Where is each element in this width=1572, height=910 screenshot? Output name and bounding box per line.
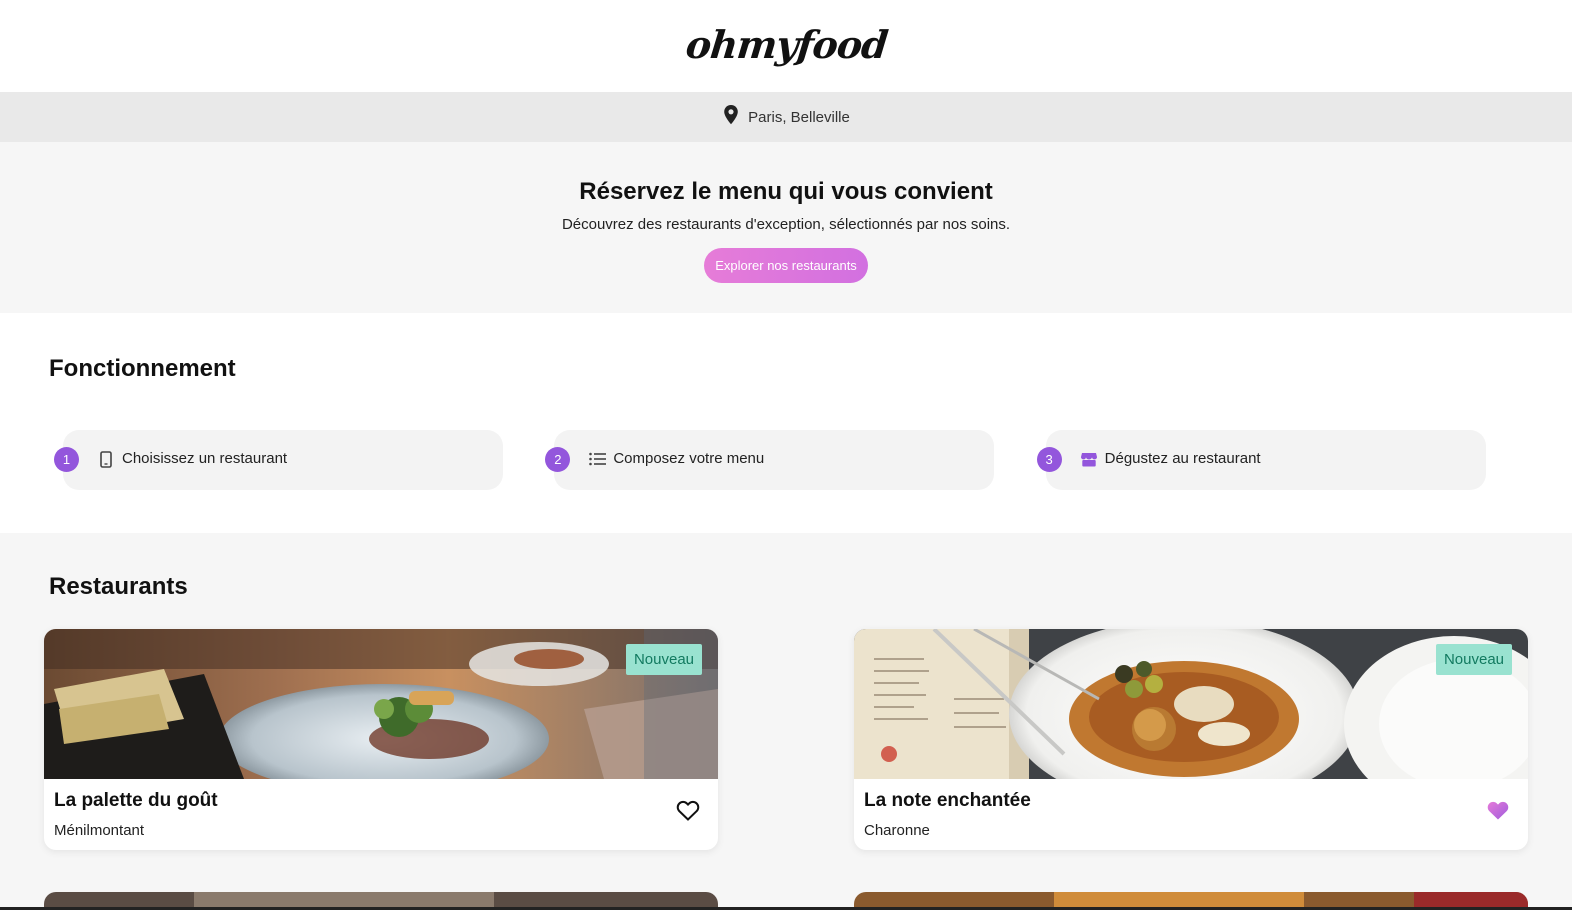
- restaurant-card[interactable]: Nouveau La palette du goût Ménilmontant: [44, 629, 718, 850]
- restaurant-cards: Nouveau La palette du goût Ménilmontant: [44, 629, 1528, 850]
- location-bar[interactable]: Paris, Belleville: [0, 92, 1572, 142]
- heart-outline-icon[interactable]: [676, 799, 700, 821]
- step-number: 3: [1036, 447, 1062, 472]
- restaurant-name: La note enchantée: [864, 790, 1031, 811]
- step-label: Composez votre menu: [613, 450, 765, 467]
- restaurant-card[interactable]: Nouveau La note enchantée Charonne: [854, 629, 1528, 850]
- restaurant-photo: Nouveau: [854, 629, 1528, 779]
- step-2: 2 Composez votre menu: [540, 430, 1031, 490]
- list-icon: [588, 450, 606, 468]
- hero-subtitle: Découvrez des restaurants d'exception, s…: [561, 216, 1011, 233]
- how-it-works-section: Fonctionnement 1 Choisissez un restauran…: [0, 313, 1572, 533]
- restaurant-photo: Nouveau: [44, 629, 718, 779]
- site-header: ohmyfood: [0, 0, 1572, 92]
- step-1: 1 Choisissez un restaurant: [49, 430, 540, 490]
- explore-restaurants-button[interactable]: Explorer nos restaurants: [704, 248, 868, 283]
- restaurants-section: Restaurants Nouveau La palette du goût M…: [0, 533, 1572, 910]
- restaurants-title: Restaurants: [49, 573, 188, 600]
- step-number: 1: [54, 447, 79, 472]
- new-badge: Nouveau: [625, 644, 702, 675]
- step-3: 3 Dégustez au restaurant: [1032, 430, 1523, 490]
- smartphone-icon: [97, 450, 115, 468]
- steps-list: 1 Choisissez un restaurant 2 Composez vo…: [49, 430, 1523, 490]
- new-badge: Nouveau: [1435, 644, 1512, 675]
- step-label: Choisissez un restaurant: [122, 450, 288, 467]
- restaurant-district: Charonne: [864, 822, 930, 839]
- hero-section: Réservez le menu qui vous convient Décou…: [0, 142, 1572, 313]
- restaurant-district: Ménilmontant: [54, 822, 145, 839]
- heart-filled-icon[interactable]: [1486, 799, 1510, 821]
- map-pin-icon: [722, 105, 740, 129]
- step-label: Dégustez au restaurant: [1104, 450, 1261, 467]
- how-it-works-title: Fonctionnement: [49, 355, 236, 382]
- hero-title: Réservez le menu qui vous convient: [579, 178, 993, 205]
- location-text: Paris, Belleville: [748, 108, 850, 126]
- site-logo[interactable]: ohmyfood: [683, 22, 889, 71]
- store-icon: [1080, 450, 1098, 468]
- restaurant-name: La palette du goût: [54, 790, 218, 811]
